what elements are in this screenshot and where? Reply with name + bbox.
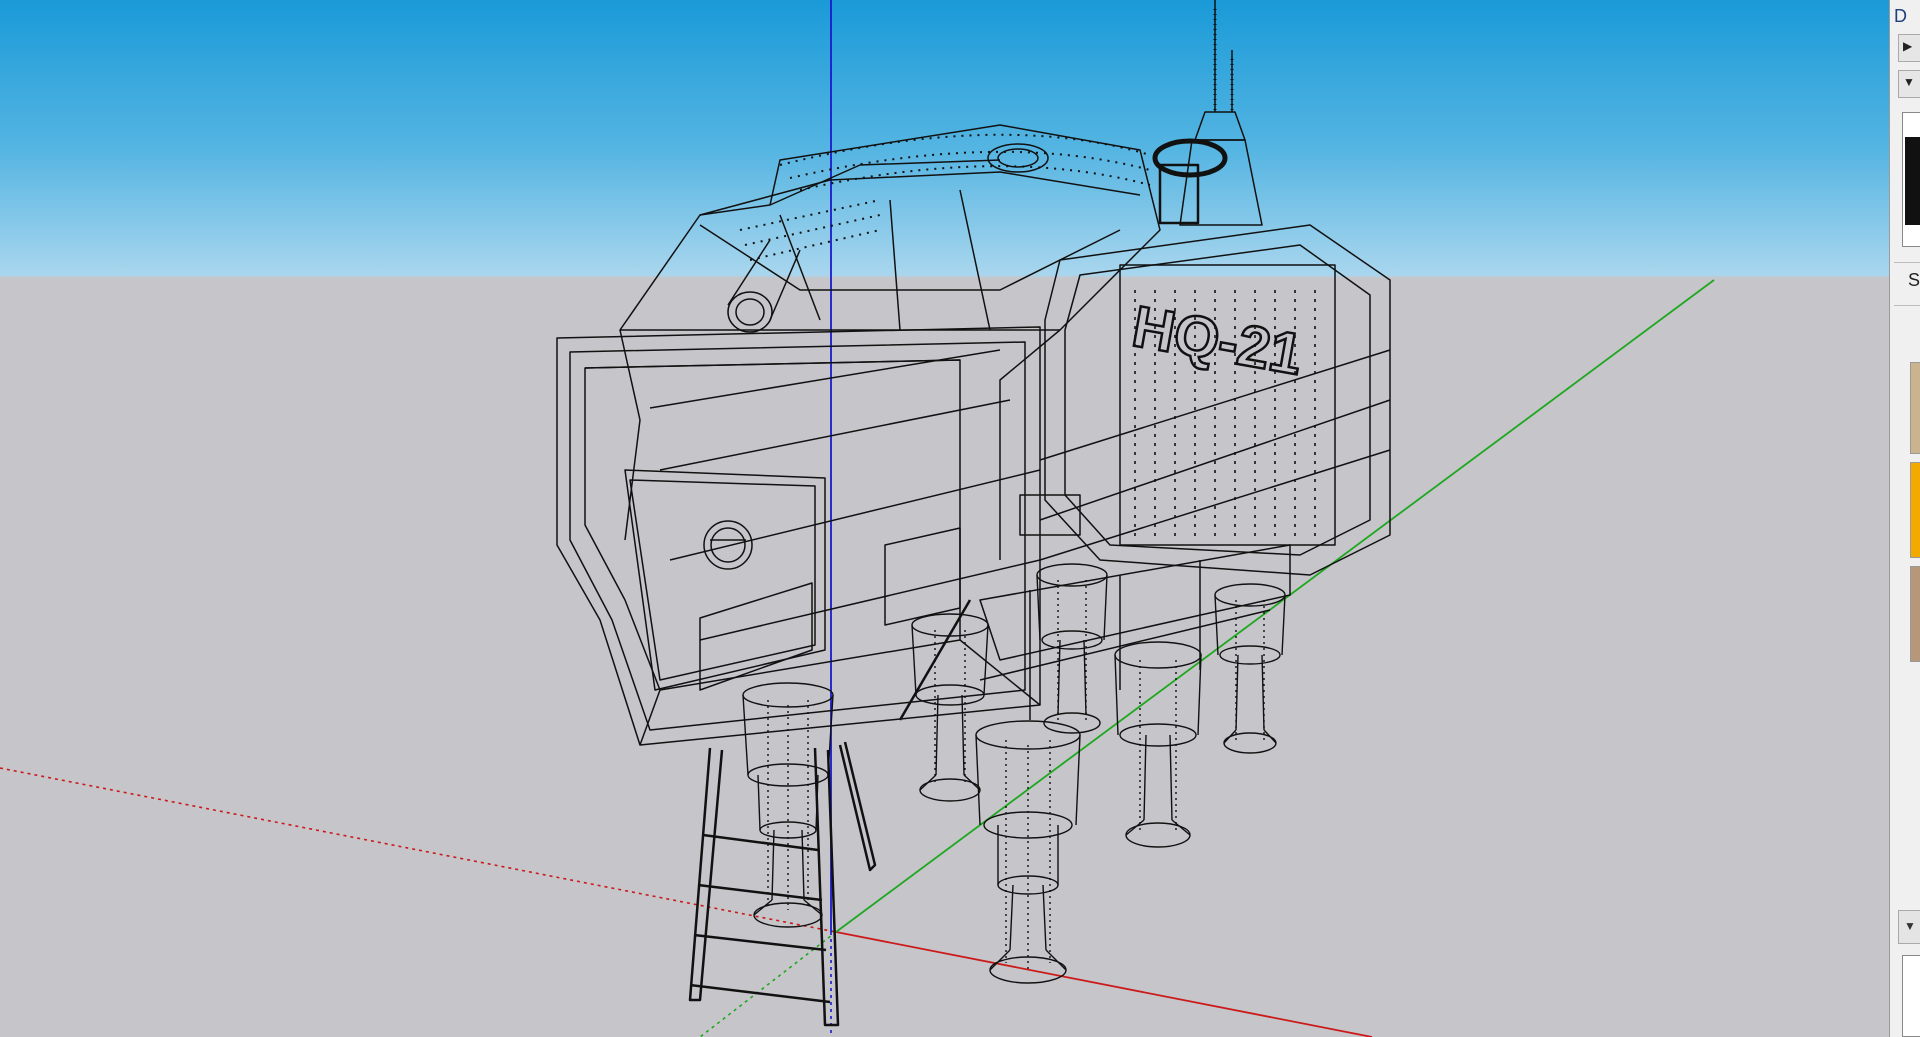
play-triangle-icon: ▶ <box>1903 39 1913 53</box>
chevron-down-icon: ▼ <box>1904 919 1916 933</box>
panel-title: D <box>1894 6 1907 26</box>
hatch <box>987 143 1049 173</box>
scroll-down-button[interactable]: ▼ <box>1898 910 1920 944</box>
turret <box>1152 0 1263 226</box>
material-swatch-gold[interactable] <box>1910 462 1920 558</box>
left-module <box>556 326 1081 746</box>
3d-viewport[interactable]: HQ-21 <box>0 0 1889 1037</box>
red-axis-dotted <box>0 767 837 933</box>
right-tray-panel: D ▶ ▼ S ▼ <box>1889 0 1920 1037</box>
chevron-down-icon: ▼ <box>1903 75 1915 89</box>
play-button[interactable]: ▶ <box>1898 34 1920 62</box>
panel-section-label: S <box>1908 270 1920 290</box>
axes <box>0 0 1715 1037</box>
panel-bottom-area <box>1902 955 1920 1037</box>
wireframe-model <box>556 0 1391 1027</box>
dropdown-button[interactable]: ▼ <box>1898 70 1920 98</box>
red-axis <box>835 931 1373 1037</box>
material-swatch-brown[interactable] <box>1910 566 1920 662</box>
material-preview <box>1902 112 1920 247</box>
divider <box>1894 305 1920 306</box>
model-scene: HQ-21 <box>0 0 1715 1037</box>
side-cannon <box>727 291 773 333</box>
right-module <box>999 224 1391 576</box>
divider <box>1894 262 1920 263</box>
upper-hull <box>619 124 1161 541</box>
material-swatch-tan[interactable] <box>1910 362 1920 454</box>
